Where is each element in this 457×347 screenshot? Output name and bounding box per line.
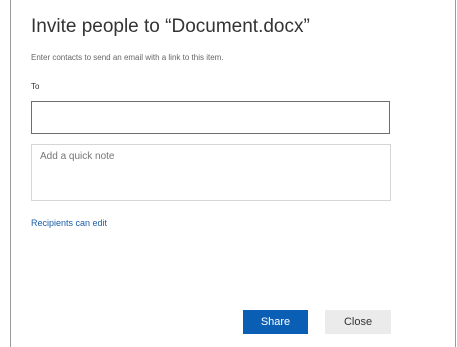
dialog-title: Invite people to “Document.docx” xyxy=(31,16,310,37)
to-recipients-input[interactable] xyxy=(31,101,390,134)
to-label: To xyxy=(31,82,40,91)
dialog-subtitle: Enter contacts to send an email with a l… xyxy=(31,53,224,62)
invite-dialog: Invite people to “Document.docx” Enter c… xyxy=(10,0,456,347)
recipients-can-edit-link[interactable]: Recipients can edit xyxy=(31,218,107,228)
close-button[interactable]: Close xyxy=(325,310,391,334)
share-button[interactable]: Share xyxy=(243,310,308,334)
quick-note-field[interactable] xyxy=(31,144,391,201)
